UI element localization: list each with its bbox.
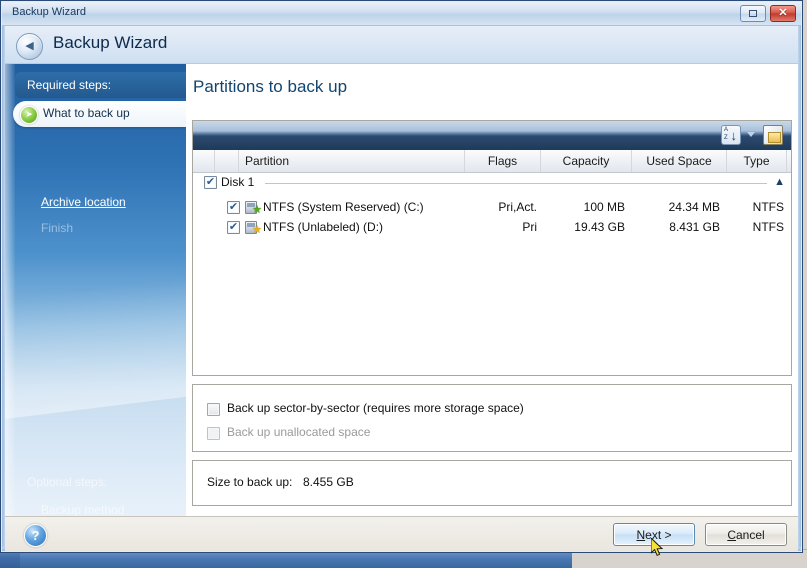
window-title-text: Backup Wizard [12,6,86,18]
sidebar-item-finish: Finish [41,221,74,235]
cancel-accel-letter: C [727,528,736,542]
unallocated-space-checkbox [207,427,220,440]
size-summary-panel: Size to back up: 8.455 GB [192,460,792,506]
wizard-sidebar: Required steps: What to back up Archive … [5,64,186,516]
disk-group-rule [265,183,767,184]
wizard-header: Backup Wizard [5,26,798,64]
wizard-title: Backup Wizard [53,33,168,52]
sort-az-icon[interactable]: A Z ↓ [721,125,741,145]
partition-flags: Pri [522,220,537,234]
column-header-icon[interactable] [215,150,239,172]
partition-checkbox[interactable] [227,200,240,215]
sidebar-required-header: Required steps: [15,72,186,98]
back-arrow-icon[interactable] [16,33,43,60]
table-toolbar: A Z ↓ [193,121,791,150]
star-glyph: ★ [252,204,262,216]
next-button-label: ext > [645,528,672,542]
option-label: Back up sector-by-sector (requires more … [227,401,524,415]
restore-window-button[interactable] [740,5,766,22]
star-glyph: ★ [252,224,262,236]
sidebar-optional-header: Optional steps: [27,475,108,489]
partition-type: NTFS [752,200,784,214]
column-header-used-space[interactable]: Used Space [632,150,727,172]
drive-green-star-icon: ★ [245,200,262,216]
partitions-table-panel: A Z ↓ Partition Flags Capacity Used Spac… [192,120,792,376]
partition-capacity: 19.43 GB [574,220,625,234]
table-column-header: Partition Flags Capacity Used Space Type [193,150,791,173]
sidebar-edge-highlight [5,64,15,516]
sidebar-item-backup-method: Backup method [41,503,125,516]
partition-used-space: 24.34 MB [668,200,720,214]
partition-type: NTFS [752,220,784,234]
table-row[interactable]: ★ NTFS (System Reserved) (C:) Pri,Act. 1… [193,198,791,218]
column-header-capacity[interactable]: Capacity [541,150,632,172]
size-summary-label: Size to back up: [207,475,293,489]
option-label: Back up unallocated space [227,425,371,439]
disk-group-row[interactable]: Disk 1 ▲ [193,172,791,194]
help-question-icon[interactable] [24,524,47,547]
window-frame-right [798,2,801,551]
wizard-content: Partitions to back up A Z ↓ Partition Fl… [186,64,798,516]
cancel-button-label: ancel [735,528,765,542]
column-header-check[interactable] [193,150,215,172]
choose-columns-icon[interactable] [763,125,783,145]
wizard-footer: Next > Cancel [5,516,798,551]
disk-group-checkbox[interactable] [204,175,217,190]
column-header-flags[interactable]: Flags [465,150,541,172]
sort-z-glyph: Z [724,135,728,141]
backup-wizard-window: Backup Wizard Backup Wizard Required ste… [0,0,803,553]
partition-used-space: 8.431 GB [669,220,720,234]
column-header-partition[interactable]: Partition [239,150,465,172]
size-summary-value: 8.455 GB [303,475,354,489]
sidebar-gloss [5,276,186,419]
partition-name: NTFS (System Reserved) (C:) [263,200,424,214]
next-button[interactable]: Next > [613,523,695,546]
sort-a-glyph: A [724,127,729,133]
sidebar-item-archive-location[interactable]: Archive location [41,195,126,209]
page-title: Partitions to back up [193,77,348,96]
window-titlebar: Backup Wizard [2,2,801,26]
green-arrow-icon [20,106,38,124]
disk-group-label: Disk 1 [221,175,255,189]
partition-checkbox[interactable] [227,220,240,235]
table-row[interactable]: ★ NTFS (Unlabeled) (D:) Pri 19.43 GB 8.4… [193,218,791,238]
close-window-button[interactable] [770,5,796,22]
partition-flags: Pri,Act. [498,200,537,214]
drive-gold-star-icon: ★ [245,220,262,236]
sort-arrow-glyph: ↓ [730,128,738,143]
partition-name: NTFS (Unlabeled) (D:) [263,220,384,234]
chevron-down-icon[interactable] [747,132,755,137]
column-header-type[interactable]: Type [727,150,787,172]
sidebar-item-what-to-back-up[interactable]: What to back up [13,101,186,127]
next-accel-letter: N [636,528,646,542]
table-rows: Disk 1 ▲ ★ NTFS (System Reserved) (C:) P… [193,172,791,375]
backup-options-panel: Back up sector-by-sector (requires more … [192,384,792,452]
partition-capacity: 100 MB [583,200,625,214]
option-row-unallocated-space: Back up unallocated space [193,422,791,446]
sector-by-sector-checkbox[interactable] [207,403,220,416]
cancel-button[interactable]: Cancel [705,523,787,546]
sidebar-item-label: What to back up [43,106,130,120]
option-row-sector-by-sector[interactable]: Back up sector-by-sector (requires more … [193,398,791,422]
chevron-up-icon[interactable]: ▲ [774,176,785,188]
